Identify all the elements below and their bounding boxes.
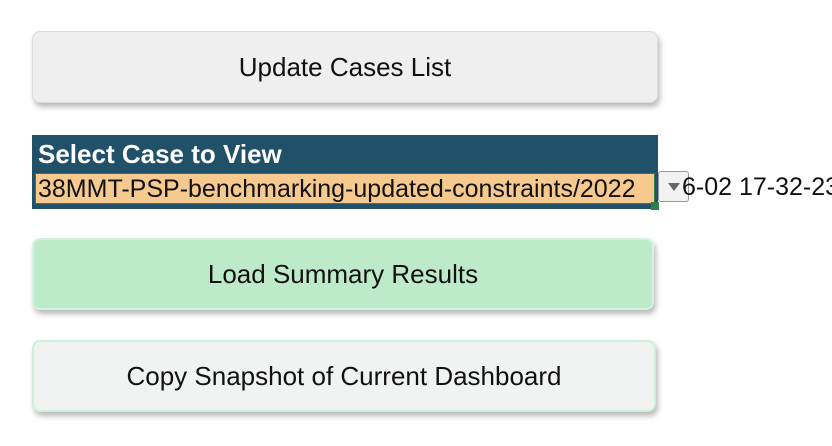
select-case-header: Select Case to View xyxy=(32,135,658,171)
case-select-cell[interactable]: 38MMT-PSP-benchmarking-updated-constrain… xyxy=(32,171,658,209)
case-select-value[interactable]: 38MMT-PSP-benchmarking-updated-constrain… xyxy=(35,173,655,204)
update-cases-list-label: Update Cases List xyxy=(238,51,452,82)
copy-snapshot-button[interactable]: Copy Snapshot of Current Dashboard xyxy=(32,340,656,412)
load-summary-results-label: Load Summary Results xyxy=(207,258,479,289)
copy-snapshot-label: Copy Snapshot of Current Dashboard xyxy=(126,360,562,391)
triangle-down-icon xyxy=(667,182,680,191)
case-select-overflow-text: 6-02 17-32-23 xyxy=(682,173,832,201)
select-case-header-label: Select Case to View xyxy=(38,139,282,169)
update-cases-list-button[interactable]: Update Cases List xyxy=(32,31,658,103)
cell-fill-handle[interactable] xyxy=(651,202,659,210)
load-summary-results-button[interactable]: Load Summary Results xyxy=(32,238,654,310)
case-select-value-text: 38MMT-PSP-benchmarking-updated-constrain… xyxy=(38,175,636,203)
